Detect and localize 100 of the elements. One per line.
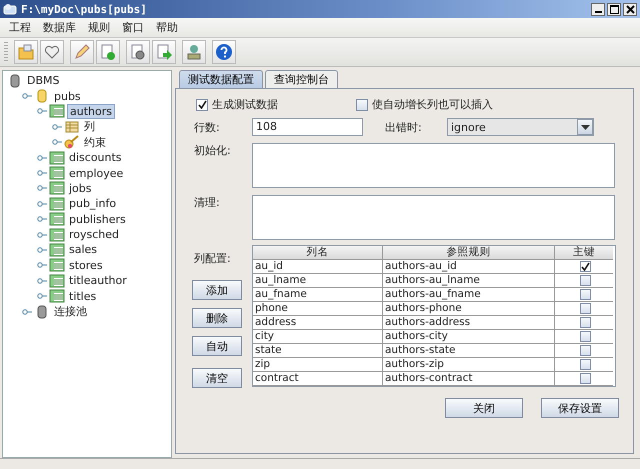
table-cell: au_id	[253, 260, 383, 274]
table-icon	[49, 196, 65, 211]
table-cell: au_fname	[253, 288, 383, 302]
menu-item[interactable]: 帮助	[151, 20, 183, 35]
newdoc-tool-button[interactable]	[96, 40, 120, 64]
tree-item[interactable]: publishers	[67, 212, 128, 226]
checkbox-label: 使自动增长列也可以插入	[372, 97, 493, 112]
document-gear-icon	[129, 43, 147, 61]
checkbox[interactable]	[580, 345, 590, 356]
help-tool-button[interactable]	[212, 40, 236, 64]
tree-item[interactable]: DBMS	[25, 74, 62, 88]
export-tool-button[interactable]	[152, 40, 176, 64]
minimize-button[interactable]	[591, 2, 605, 16]
folder-icon	[17, 43, 35, 61]
tree-item[interactable]: roysched	[67, 228, 122, 242]
tree-item[interactable]: 连接池	[52, 304, 89, 320]
tree-handle-icon[interactable]	[37, 246, 47, 253]
tree-item[interactable]: 列	[82, 119, 97, 134]
window-title: F:\myDoc\pubs[pubs]	[21, 2, 147, 16]
table-cell: au_lname	[253, 274, 383, 288]
gear-tool-button[interactable]	[126, 40, 150, 64]
table-cell: authors-address	[383, 316, 555, 330]
document-arrow-icon	[155, 43, 173, 61]
tree-item[interactable]: discounts	[67, 151, 124, 164]
tree-handle-icon[interactable]	[22, 308, 32, 315]
dialog-button[interactable]: 关闭	[445, 398, 523, 418]
tree-item[interactable]: 约束	[82, 134, 108, 150]
tree-item[interactable]: titles	[67, 290, 98, 303]
user-tool-button[interactable]	[182, 40, 206, 64]
tree-handle-icon[interactable]	[37, 200, 47, 207]
checkbox[interactable]	[580, 317, 590, 328]
dialog-button[interactable]: 保存设置	[541, 398, 619, 418]
checkbox[interactable]	[580, 275, 590, 286]
table-cell: address	[253, 316, 383, 330]
tree-item[interactable]: pub_info	[67, 197, 118, 210]
help-icon	[215, 43, 233, 61]
table-cell: phone	[253, 302, 383, 316]
menu-item[interactable]: 工程	[4, 20, 36, 35]
tree-item[interactable]: authors	[67, 104, 115, 119]
tree-item[interactable]: stores	[67, 258, 105, 272]
tree-item[interactable]: jobs	[67, 182, 94, 195]
table-cell: authors-au_id	[383, 260, 555, 274]
side-button[interactable]: 添加	[192, 280, 242, 300]
checkbox[interactable]	[196, 98, 208, 110]
tree-handle-icon[interactable]	[52, 139, 62, 146]
table-cell: contract	[253, 372, 383, 386]
heart-tool-button[interactable]	[40, 40, 64, 64]
pencil-tool-button[interactable]	[70, 40, 94, 64]
field-label: 行数:	[194, 120, 221, 134]
tree-handle-icon[interactable]	[37, 293, 47, 300]
side-button[interactable]: 清空	[192, 368, 242, 388]
close-button[interactable]	[623, 2, 637, 16]
tree-item[interactable]: sales	[67, 243, 100, 256]
pencil-icon	[73, 43, 91, 61]
table-cell: authors-state	[383, 344, 555, 358]
table-icon	[49, 274, 65, 288]
table-icon	[49, 166, 65, 180]
tree-handle-icon[interactable]	[37, 154, 47, 161]
menu-item[interactable]: 数据库	[38, 20, 81, 35]
tree-handle-icon[interactable]	[37, 216, 47, 222]
tree-item[interactable]: titleauthor	[67, 274, 129, 288]
table-icon	[49, 212, 65, 226]
tree-item[interactable]: employee	[67, 166, 126, 180]
table-icon	[49, 150, 65, 165]
maximize-icon	[610, 4, 618, 14]
cleanup-text-area[interactable]	[252, 195, 615, 240]
checkbox[interactable]	[580, 373, 590, 384]
tab[interactable]: 查询控制台	[265, 70, 338, 88]
tree-handle-icon[interactable]	[37, 170, 47, 176]
checkbox[interactable]	[356, 98, 368, 110]
side-button[interactable]: 删除	[192, 308, 242, 328]
init-text-area[interactable]	[252, 143, 615, 188]
checkbox[interactable]	[580, 289, 590, 300]
table-cell: authors-city	[383, 330, 555, 344]
rows-input-field[interactable]: 108	[252, 118, 363, 136]
table-icon	[49, 104, 65, 118]
tree-handle-icon[interactable]	[37, 185, 47, 192]
checkbox[interactable]	[580, 303, 590, 314]
error-mode-dropdown[interactable]: ignore	[447, 118, 594, 136]
tree-handle-icon[interactable]	[22, 93, 32, 100]
checkbox[interactable]	[580, 331, 590, 342]
folder-tool-button[interactable]	[14, 40, 38, 64]
menu-item[interactable]: 规则	[83, 20, 115, 35]
checkbox[interactable]	[580, 359, 590, 370]
column-header: 列名	[253, 246, 383, 260]
tree-handle-icon[interactable]	[52, 124, 62, 130]
table-icon	[49, 181, 65, 196]
tab[interactable]: 测试数据配置	[179, 70, 263, 88]
tree-item[interactable]: pubs	[52, 90, 83, 103]
tree-handle-icon[interactable]	[37, 278, 47, 284]
tree-handle-icon[interactable]	[37, 108, 47, 114]
close-icon	[626, 4, 634, 14]
side-button[interactable]: 自动	[192, 336, 242, 356]
menu-item[interactable]: 窗口	[117, 20, 149, 35]
columns-icon	[64, 120, 80, 134]
app-icon	[3, 3, 17, 15]
tree-handle-icon[interactable]	[37, 232, 47, 238]
checkbox[interactable]	[580, 261, 590, 272]
maximize-button[interactable]	[607, 2, 621, 16]
tree-handle-icon[interactable]	[37, 262, 47, 268]
